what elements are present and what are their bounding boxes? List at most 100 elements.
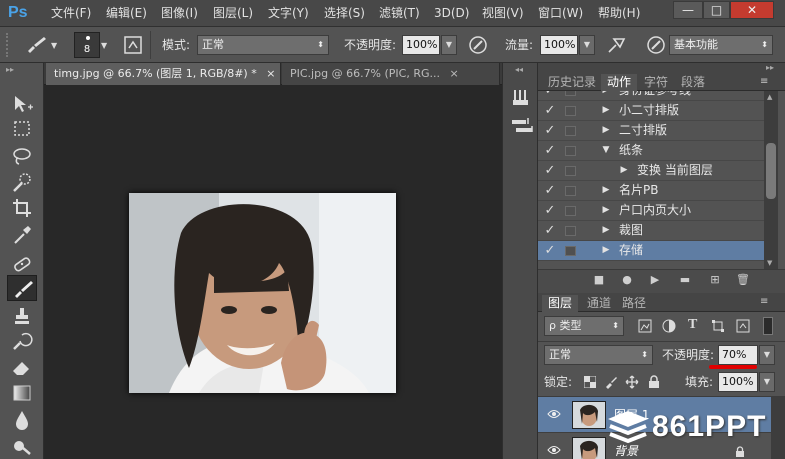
scroll-thumb[interactable] — [766, 143, 776, 199]
dialog-toggle-box[interactable] — [565, 186, 576, 196]
collapse-strip-icon[interactable]: ◂◂ — [515, 65, 523, 74]
action-enabled-check-icon[interactable]: ✓ — [542, 141, 558, 160]
action-row[interactable]: ✓ ▶ 户口内页大小 — [538, 201, 764, 221]
expand-right-icon[interactable]: ▶ — [600, 91, 612, 100]
document-photo[interactable] — [129, 193, 396, 393]
collapse-toolbox-icon[interactable]: ▸▸ — [6, 65, 14, 74]
dialog-toggle-box[interactable] — [565, 206, 576, 216]
stop-button[interactable]: ■ — [592, 273, 606, 287]
layer-opacity-dropdown-button[interactable]: ▼ — [759, 345, 775, 365]
expand-right-icon[interactable]: ▶ — [600, 121, 612, 140]
close-button[interactable]: ✕ — [730, 1, 774, 19]
menu-file[interactable]: 文件(F) — [51, 0, 91, 26]
action-enabled-check-icon[interactable]: ✓ — [542, 221, 558, 240]
dialog-toggle-box[interactable] — [565, 246, 576, 256]
action-row[interactable]: ✓ ▶ 变换 当前图层 — [538, 161, 764, 181]
menu-3d[interactable]: 3D(D) — [434, 0, 469, 26]
filter-type-icon[interactable]: T — [688, 317, 697, 333]
action-row[interactable]: ✓ ▶ 身份证参考线 — [538, 91, 764, 101]
filter-toggle-switch[interactable] — [763, 317, 773, 335]
visibility-eye-icon[interactable] — [547, 409, 561, 419]
pressure-size-icon[interactable] — [645, 35, 667, 55]
lock-pixels-icon[interactable] — [604, 375, 618, 389]
record-button[interactable]: ● — [620, 273, 634, 287]
menu-help[interactable]: 帮助(H) — [598, 0, 640, 26]
delete-action-button[interactable]: 🗑 — [736, 273, 750, 287]
menu-edit[interactable]: 编辑(E) — [106, 0, 147, 26]
tab-timg[interactable]: timg.jpg @ 66.7% (图层 1, RGB/8#) * × — [46, 63, 281, 85]
new-set-button[interactable]: ▬ — [678, 273, 692, 287]
dialog-toggle-box[interactable] — [565, 106, 576, 116]
dialog-toggle-box[interactable] — [565, 226, 576, 236]
mode-select[interactable]: 正常 ⬍ — [197, 35, 329, 55]
quick-selection-tool-icon[interactable] — [10, 172, 34, 194]
action-enabled-check-icon[interactable]: ✓ — [542, 181, 558, 200]
opacity-input[interactable]: 100% — [402, 35, 440, 55]
blend-mode-select[interactable]: 正常 ⬍ — [544, 345, 653, 365]
action-enabled-check-icon[interactable]: ✓ — [542, 201, 558, 220]
flow-input[interactable]: 100% — [540, 35, 578, 55]
clone-stamp-tool-icon[interactable] — [10, 305, 34, 327]
expand-down-icon[interactable]: ▼ — [600, 141, 612, 160]
menu-select[interactable]: 选择(S) — [324, 0, 365, 26]
menu-layer[interactable]: 图层(L) — [213, 0, 253, 26]
history-brush-tool-icon[interactable] — [10, 331, 34, 353]
lock-all-icon[interactable] — [648, 375, 660, 389]
blur-tool-icon[interactable] — [10, 409, 34, 431]
tab-close-icon[interactable]: × — [266, 67, 275, 80]
tab-pic[interactable]: PIC.jpg @ 66.7% (PIC, RG... × — [282, 63, 500, 85]
menu-image[interactable]: 图像(I) — [161, 0, 198, 26]
action-enabled-check-icon[interactable]: ✓ — [542, 121, 558, 140]
expand-right-icon[interactable]: ▶ — [600, 201, 612, 220]
filter-adjustment-icon[interactable] — [662, 319, 676, 333]
dialog-toggle-box[interactable] — [565, 91, 576, 96]
pressure-opacity-icon[interactable] — [468, 35, 488, 55]
expand-right-icon[interactable]: ▶ — [618, 161, 630, 180]
tool-preset-chevron-icon[interactable]: ▼ — [51, 41, 57, 50]
brush-panel-icon[interactable] — [124, 36, 142, 54]
actions-scrollbar[interactable]: ▲ ▼ — [764, 91, 778, 269]
flow-dropdown-button[interactable]: ▼ — [579, 35, 595, 55]
action-row[interactable]: ✓ ▶ 小二寸排版 — [538, 101, 764, 121]
move-tool-icon[interactable] — [10, 93, 34, 115]
brush-preset-picker[interactable]: 8 — [74, 32, 100, 58]
filter-shape-icon[interactable] — [711, 319, 725, 333]
healing-brush-tool-icon[interactable] — [10, 253, 34, 275]
panel-menu-icon[interactable]: ≡ — [760, 76, 768, 87]
tab-actions[interactable]: 动作 — [601, 74, 638, 91]
expand-right-icon[interactable]: ▶ — [600, 101, 612, 120]
tab-paths[interactable]: 路径 — [616, 295, 652, 312]
marquee-tool-icon[interactable] — [10, 118, 34, 140]
dialog-toggle-box[interactable] — [565, 126, 576, 136]
gradient-tool-icon[interactable] — [10, 382, 34, 404]
airbrush-icon[interactable] — [606, 35, 628, 55]
layer-filter-select[interactable]: ρ 类型 ⬍ — [544, 316, 624, 336]
restore-button[interactable]: □ — [703, 1, 730, 19]
action-enabled-check-icon[interactable]: ✓ — [542, 101, 558, 120]
menu-filter[interactable]: 滤镜(T) — [379, 0, 420, 26]
tab-channels[interactable]: 通道 — [581, 295, 617, 312]
scroll-up-icon[interactable]: ▲ — [767, 93, 772, 101]
filter-smart-object-icon[interactable] — [736, 319, 750, 333]
fill-dropdown-button[interactable]: ▼ — [759, 372, 775, 392]
expand-right-icon[interactable]: ▶ — [600, 181, 612, 200]
action-row[interactable]: ✓ ▶ 二寸排版 — [538, 121, 764, 141]
action-enabled-check-icon[interactable]: ✓ — [542, 161, 558, 180]
menu-window[interactable]: 窗口(W) — [538, 0, 583, 26]
visibility-eye-icon[interactable] — [547, 445, 561, 455]
crop-tool-icon[interactable] — [10, 197, 34, 219]
dialog-toggle-box[interactable] — [565, 166, 576, 176]
filter-pixel-icon[interactable] — [638, 319, 652, 333]
tab-layers[interactable]: 图层 — [542, 295, 579, 312]
play-button[interactable]: ▶ — [648, 273, 662, 287]
expand-right-icon[interactable]: ▶ — [600, 221, 612, 240]
lock-transparent-icon[interactable] — [584, 376, 596, 388]
minimize-button[interactable]: — — [673, 1, 703, 19]
grip-handle[interactable] — [6, 33, 12, 57]
layer-opacity-input[interactable]: 70% — [718, 345, 758, 365]
scroll-down-icon[interactable]: ▼ — [767, 259, 772, 267]
brush-tool-icon[interactable] — [24, 35, 48, 55]
expand-right-icon[interactable]: ▶ — [600, 241, 612, 260]
action-row[interactable]: ✓ ▼ 纸条 — [538, 141, 764, 161]
fill-input[interactable]: 100% — [718, 372, 758, 392]
